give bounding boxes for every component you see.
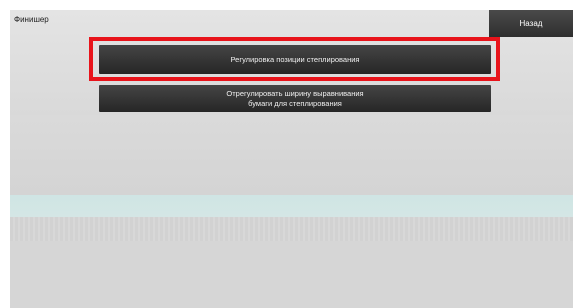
- background-band-cyan: [10, 195, 573, 217]
- selection-highlight-frame: [89, 37, 500, 81]
- background-band-bottom: [10, 241, 573, 308]
- screen: Финишер Назад Регулировка позиции степли…: [0, 0, 573, 308]
- back-button[interactable]: Назад: [489, 10, 573, 37]
- page-title: Финишер: [14, 15, 49, 24]
- background-band-middle: [10, 115, 573, 195]
- staple-paper-alignment-width-button[interactable]: Отрегулировать ширину выравнивания бумаг…: [99, 85, 491, 112]
- background-band-lines: [10, 217, 573, 241]
